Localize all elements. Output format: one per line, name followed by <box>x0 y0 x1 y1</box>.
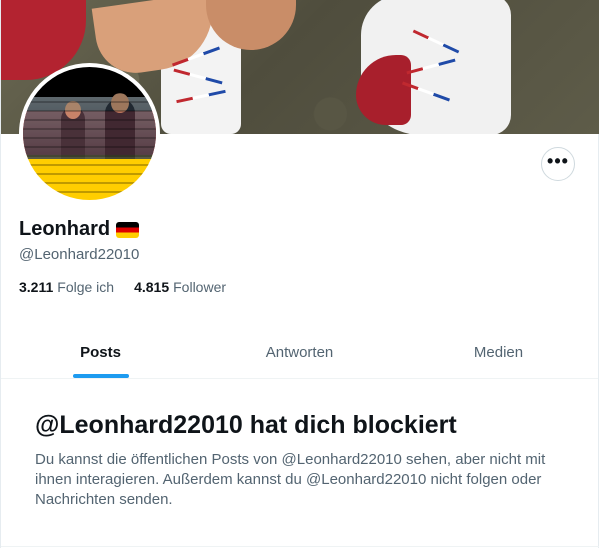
more-options-button[interactable]: ••• <box>541 147 575 181</box>
profile-display-name: Leonhard <box>19 218 111 240</box>
following-link[interactable]: 3.211 Folge ich <box>19 279 114 295</box>
following-label: Folge ich <box>57 279 115 295</box>
tab-posts[interactable]: Posts <box>1 326 200 378</box>
tab-posts-label: Posts <box>80 343 121 361</box>
germany-flag-icon <box>116 221 140 238</box>
tab-media-label: Medien <box>473 343 524 361</box>
tab-replies[interactable]: Antworten <box>200 326 399 378</box>
tab-media[interactable]: Medien <box>399 326 598 378</box>
profile-avatar[interactable] <box>19 63 160 204</box>
avatar-flag-overlay <box>23 67 156 200</box>
followers-count: 4.815 <box>134 279 170 295</box>
divider <box>1 546 599 547</box>
blocked-notice: @Leonhard22010 hat dich blockiert Du kan… <box>35 408 575 510</box>
followers-label: Follower <box>173 279 227 295</box>
blocked-description: Du kannst die öffentlichen Posts von @Le… <box>35 451 546 508</box>
profile-stats: 3.211 Folge ich 4.815 Follower <box>19 279 226 295</box>
profile-tabs: Posts Antworten Medien <box>1 326 598 379</box>
blocked-title: @Leonhard22010 hat dich blockiert <box>35 411 457 439</box>
avatar-image <box>23 67 156 200</box>
tab-replies-label: Antworten <box>265 343 334 361</box>
more-dots-icon: ••• <box>547 151 569 171</box>
followers-link[interactable]: 4.815 Follower <box>134 279 226 295</box>
profile-name-row: Leonhard <box>19 218 140 241</box>
profile-handle: @Leonhard22010 <box>19 246 140 263</box>
following-count: 3.211 <box>19 279 54 295</box>
active-tab-indicator <box>72 374 129 378</box>
profile-page: ••• Leonhard @Leonhard22010 3.211 Folge … <box>0 0 599 548</box>
